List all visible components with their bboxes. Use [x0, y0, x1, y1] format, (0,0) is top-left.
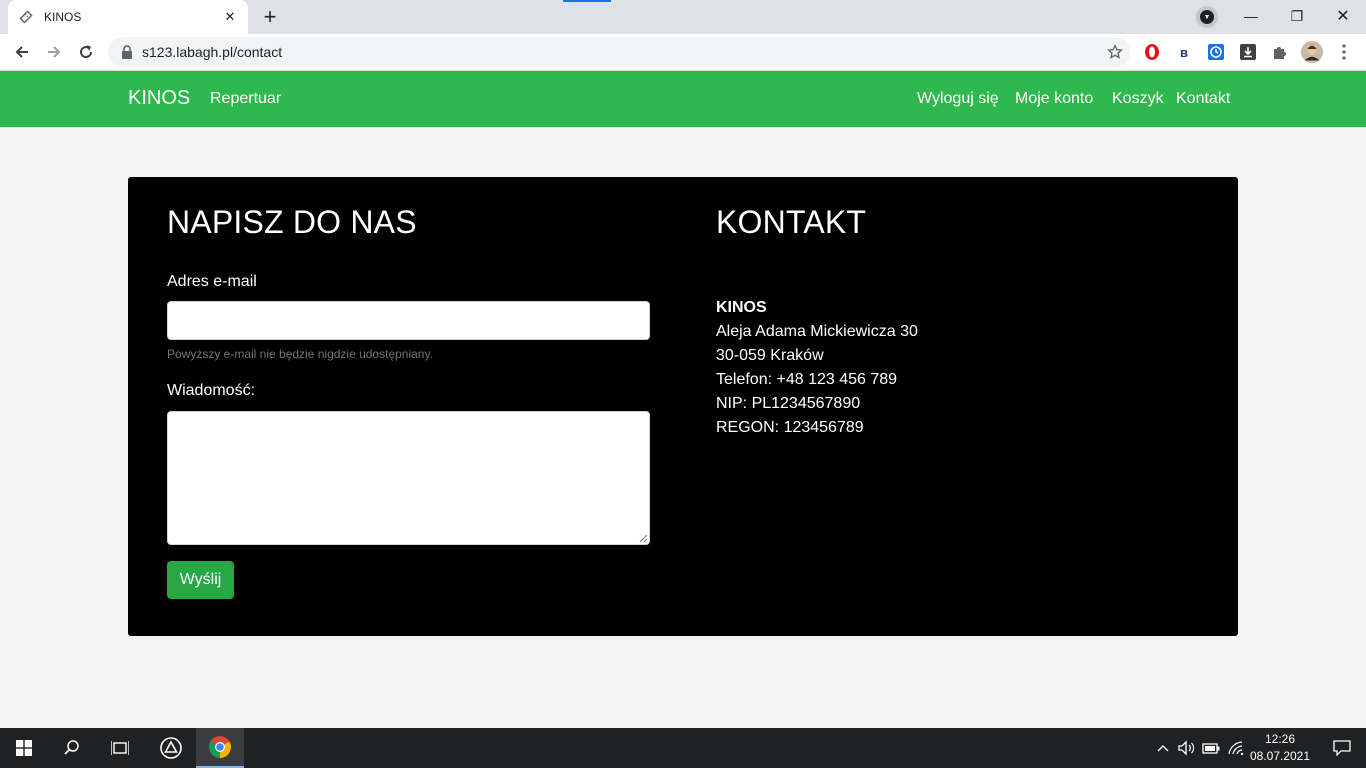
restore-button[interactable]: ❐	[1274, 0, 1320, 32]
browser-toolbar: s123.labagh.pl/contact ʙ	[0, 34, 1366, 71]
chevron-down-icon: ▼	[1200, 10, 1214, 24]
puzzle-icon[interactable]	[1269, 41, 1291, 63]
menu-icon[interactable]	[1333, 41, 1355, 63]
notifications-icon[interactable]	[1318, 728, 1366, 768]
url-text: s123.labagh.pl/contact	[142, 44, 283, 60]
b-extension-icon[interactable]: ʙ	[1173, 41, 1195, 63]
address-street: Aleja Adama Mickiewicza 30	[716, 323, 918, 340]
email-label: Adres e-mail	[167, 273, 257, 290]
tabstrip-accent	[563, 0, 611, 2]
form-heading: NAPISZ DO NAS	[167, 204, 417, 240]
contact-heading: KONTAKT	[716, 204, 867, 240]
clock-date: 08.07.2021	[1249, 749, 1311, 763]
clock-time: 12:26	[1264, 732, 1296, 746]
close-window-button[interactable]: ✕	[1320, 0, 1366, 32]
ticket-icon	[18, 9, 34, 25]
volume-icon[interactable]	[1177, 728, 1197, 768]
nip-number: NIP: PL1234567890	[716, 395, 861, 412]
reload-icon	[80, 45, 93, 59]
wifi-icon[interactable]	[1226, 728, 1246, 768]
back-icon	[15, 46, 28, 58]
task-view-icon[interactable]	[96, 728, 144, 768]
nav-link-account[interactable]: Moje konto	[1015, 90, 1093, 108]
nav-link-cart[interactable]: Koszyk	[1112, 90, 1164, 108]
chrome-icon[interactable]	[196, 728, 244, 768]
minimize-button[interactable]: —	[1228, 0, 1274, 32]
tab-title: KINOS	[44, 10, 82, 24]
nav-link-contact[interactable]: Kontakt	[1176, 90, 1230, 108]
system-clock[interactable]: 12:26 08.07.2021	[1248, 731, 1312, 765]
company-name: KINOS	[716, 299, 767, 316]
bookmark-star-icon[interactable]	[1100, 44, 1130, 60]
opera-icon[interactable]	[1141, 41, 1163, 63]
contact-details: KINOS Aleja Adama Mickiewicza 30 30-059 …	[716, 296, 918, 440]
battery-icon[interactable]	[1201, 728, 1221, 768]
app-triangle-icon[interactable]	[147, 728, 195, 768]
email-help-text: Powyższy e-mail nie będzie nigdzie udost…	[167, 347, 433, 361]
address-bar[interactable]: s123.labagh.pl/contact	[108, 37, 1130, 67]
browser-tabstrip: KINOS ✕ + ▼ — ❐ ✕	[0, 0, 1366, 34]
windows-taskbar: 12:26 08.07.2021	[0, 728, 1366, 768]
reload-button[interactable]	[72, 38, 100, 66]
chevron-up-icon[interactable]	[1154, 728, 1172, 768]
windows-start-icon[interactable]	[0, 728, 48, 768]
download-extension-icon[interactable]	[1237, 41, 1259, 63]
email-field[interactable]	[167, 301, 650, 340]
address-city: 30-059 Kraków	[716, 347, 824, 364]
forward-button[interactable]	[40, 38, 68, 66]
profile-avatar[interactable]	[1301, 41, 1323, 63]
tab-search-button[interactable]: ▼	[1196, 6, 1218, 28]
message-textarea[interactable]	[167, 411, 650, 545]
search-icon[interactable]	[48, 728, 96, 768]
regon-number: REGON: 123456789	[716, 419, 864, 436]
timer-extension-icon[interactable]	[1205, 41, 1227, 63]
brand-logo[interactable]: KINOS	[128, 87, 190, 110]
lock-icon	[120, 45, 134, 59]
contact-card: NAPISZ DO NAS Adres e-mail Powyższy e-ma…	[128, 177, 1238, 636]
message-label: Wiadomość:	[167, 382, 256, 399]
nav-link-logout[interactable]: Wyloguj się	[917, 90, 999, 108]
new-tab-button[interactable]: +	[256, 4, 284, 30]
phone-number: Telefon: +48 123 456 789	[716, 371, 898, 388]
site-navbar: KINOS Repertuar Wyloguj się Moje konto K…	[0, 71, 1366, 127]
back-button[interactable]	[8, 38, 36, 66]
forward-icon	[48, 46, 61, 58]
submit-button[interactable]: Wyślij	[167, 561, 234, 599]
browser-tab[interactable]: KINOS ✕	[8, 0, 248, 34]
nav-link-repertuar[interactable]: Repertuar	[210, 90, 281, 108]
resize-grip-icon[interactable]	[638, 533, 648, 543]
tab-close-icon[interactable]: ✕	[222, 9, 238, 25]
